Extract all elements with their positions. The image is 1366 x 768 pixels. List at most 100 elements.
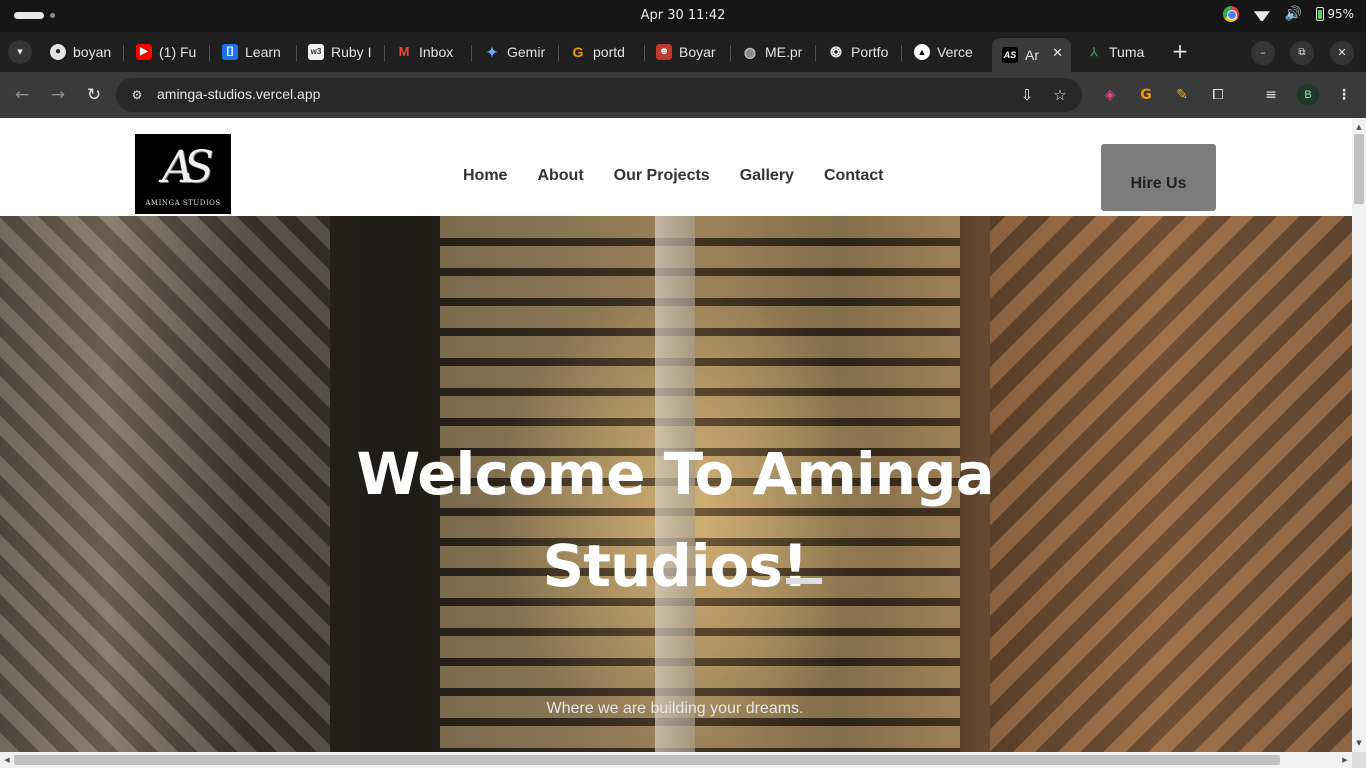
- avatar-icon: ☻: [656, 44, 672, 60]
- tab-label: portd: [593, 44, 625, 60]
- tab-youtube[interactable]: ▶ (1) Fu: [126, 38, 206, 66]
- tab-boyar[interactable]: ☻ Boyar: [646, 38, 726, 66]
- tab-label: Ruby I: [331, 44, 372, 60]
- tab-ruby[interactable]: w3 Ruby I: [298, 38, 380, 66]
- chrome-icon: [1222, 6, 1239, 22]
- close-tab-icon[interactable]: ✕: [1052, 45, 1063, 61]
- system-tray[interactable]: 🔊 95%: [1222, 6, 1354, 22]
- tab-me[interactable]: ◍ ME.pr: [732, 38, 808, 66]
- os-clock[interactable]: Apr 30 11:42: [0, 8, 1366, 23]
- horizontal-scroll-thumb[interactable]: [14, 755, 1280, 765]
- minimize-icon[interactable]: –: [1251, 41, 1275, 65]
- tab-gemini[interactable]: ✦ Gemir: [474, 38, 554, 66]
- tab-label: boyan: [73, 44, 112, 60]
- close-window-icon[interactable]: ✕: [1330, 41, 1354, 65]
- gemini-icon: ✦: [486, 44, 498, 60]
- youtube-icon: ▶: [136, 44, 152, 60]
- volume-icon: 🔊: [1284, 6, 1303, 22]
- openai-icon: ❂: [830, 44, 842, 60]
- nav-gallery[interactable]: Gallery: [740, 167, 794, 185]
- leaf-icon: ⅄: [1090, 45, 1098, 59]
- tab-tuma[interactable]: ⅄ Tuma: [1076, 38, 1160, 66]
- wifi-icon: [1253, 7, 1271, 21]
- reload-icon[interactable]: ↻: [82, 83, 106, 107]
- tab-learn[interactable]: [] Learn: [212, 38, 296, 66]
- site-navbar: AS AMINGA STUDIOS Home About Our Project…: [0, 118, 1352, 216]
- bookmark-star-icon[interactable]: ☆: [1050, 85, 1070, 105]
- nav-about[interactable]: About: [537, 167, 583, 185]
- tab-separator: [644, 45, 645, 61]
- menu-kebab-icon[interactable]: ⋮: [1333, 84, 1355, 106]
- aminga-icon: AS: [1002, 47, 1018, 63]
- tab-search-button[interactable]: ▾: [8, 40, 32, 64]
- battery-indicator: 95%: [1316, 7, 1354, 21]
- tab-separator: [209, 45, 210, 61]
- tab-label: Tuma: [1109, 44, 1145, 60]
- tab-vercel[interactable]: ▲ Verce: [904, 38, 984, 66]
- globe-icon: ◍: [743, 44, 757, 60]
- page-viewport: AS AMINGA STUDIOS Home About Our Project…: [0, 118, 1352, 752]
- site-info-icon[interactable]: ⚙: [128, 86, 146, 104]
- url-text[interactable]: aminga-studios.vercel.app: [157, 86, 320, 102]
- tab-inbox[interactable]: M Inbox: [386, 38, 470, 66]
- install-app-icon[interactable]: ⇩: [1017, 85, 1037, 105]
- tab-aminga-active[interactable]: AS Ar ✕: [992, 38, 1071, 72]
- hero-accent-bar: [786, 578, 822, 584]
- tab-separator: [384, 45, 385, 61]
- scroll-left-arrow-icon[interactable]: ◀: [0, 753, 14, 767]
- tab-portfolio[interactable]: ❂ Portfo: [818, 38, 894, 66]
- tab-label: Boyar: [679, 44, 716, 60]
- battery-percent: 95%: [1327, 7, 1354, 21]
- scroll-down-arrow-icon[interactable]: ▼: [1352, 736, 1366, 750]
- scroll-up-arrow-icon[interactable]: ▲: [1352, 120, 1366, 134]
- address-bar[interactable]: ⚙ aminga-studios.vercel.app ⇩ ☆: [116, 78, 1082, 112]
- hire-us-button[interactable]: Hire Us: [1101, 144, 1216, 211]
- tab-label: Gemir: [507, 44, 546, 60]
- hero-section: Welcome To Aminga Studios! Where we are …: [0, 216, 1352, 752]
- tab-separator: [123, 45, 124, 61]
- hero-title: Welcome To Aminga Studios!: [356, 440, 994, 600]
- gmail-icon: M: [398, 44, 410, 59]
- hero-subtitle: Where we are building your dreams.: [546, 700, 804, 717]
- vertical-scroll-thumb[interactable]: [1354, 134, 1364, 204]
- tab-label: Learn: [245, 44, 281, 60]
- tab-separator: [471, 45, 472, 61]
- tab-label: Ar: [1025, 47, 1039, 63]
- tab-label: Portfo: [851, 44, 889, 60]
- pen-extension-icon[interactable]: ✎: [1171, 84, 1193, 106]
- nav-our-projects[interactable]: Our Projects: [614, 167, 710, 185]
- nav-home[interactable]: Home: [463, 167, 507, 185]
- vertical-scrollbar[interactable]: ▲ ▼: [1352, 118, 1366, 752]
- orange-g-icon: G: [572, 44, 584, 60]
- nav-links: Home About Our Projects Gallery Contact: [463, 167, 884, 185]
- tab-label: Inbox: [419, 44, 454, 60]
- tab-strip: ▾ ● boyan ▶ (1) Fu [] Learn w3 Ruby I M …: [0, 32, 1366, 72]
- github-icon: ●: [50, 44, 66, 60]
- tab-separator: [901, 45, 902, 61]
- battery-icon: [1316, 7, 1325, 21]
- vercel-icon: ▲: [914, 44, 930, 60]
- tab-portd[interactable]: G portd: [560, 38, 636, 66]
- scroll-right-arrow-icon[interactable]: ▶: [1338, 753, 1352, 767]
- tab-github[interactable]: ● boyan: [40, 38, 120, 66]
- logo-monogram: AS: [162, 142, 214, 193]
- tab-separator: [558, 45, 559, 61]
- forward-arrow-icon[interactable]: →: [46, 83, 70, 107]
- media-control-icon[interactable]: ≡: [1260, 84, 1282, 106]
- profile-avatar[interactable]: B: [1297, 84, 1319, 106]
- horizontal-scrollbar[interactable]: ◀ ▶: [0, 752, 1352, 768]
- tab-label: Verce: [937, 44, 973, 60]
- orange-g-extension-icon[interactable]: G: [1135, 84, 1157, 106]
- scrollbar-corner: [1352, 752, 1366, 768]
- extensions-puzzle-icon[interactable]: ⧠: [1207, 84, 1229, 106]
- nav-contact[interactable]: Contact: [824, 167, 884, 185]
- hero-background-floor-right: [990, 216, 1352, 752]
- tab-separator: [815, 45, 816, 61]
- tab-label: (1) Fu: [159, 44, 197, 60]
- aminga-logo[interactable]: AS AMINGA STUDIOS: [135, 134, 231, 214]
- color-picker-extension-icon[interactable]: ◈: [1099, 84, 1121, 106]
- back-arrow-icon[interactable]: ←: [10, 83, 34, 107]
- restore-icon[interactable]: ⧉: [1290, 41, 1314, 65]
- new-tab-icon[interactable]: +: [1170, 40, 1190, 62]
- browser-toolbar: ← → ↻ ⚙ aminga-studios.vercel.app ⇩ ☆ ◈ …: [0, 72, 1366, 118]
